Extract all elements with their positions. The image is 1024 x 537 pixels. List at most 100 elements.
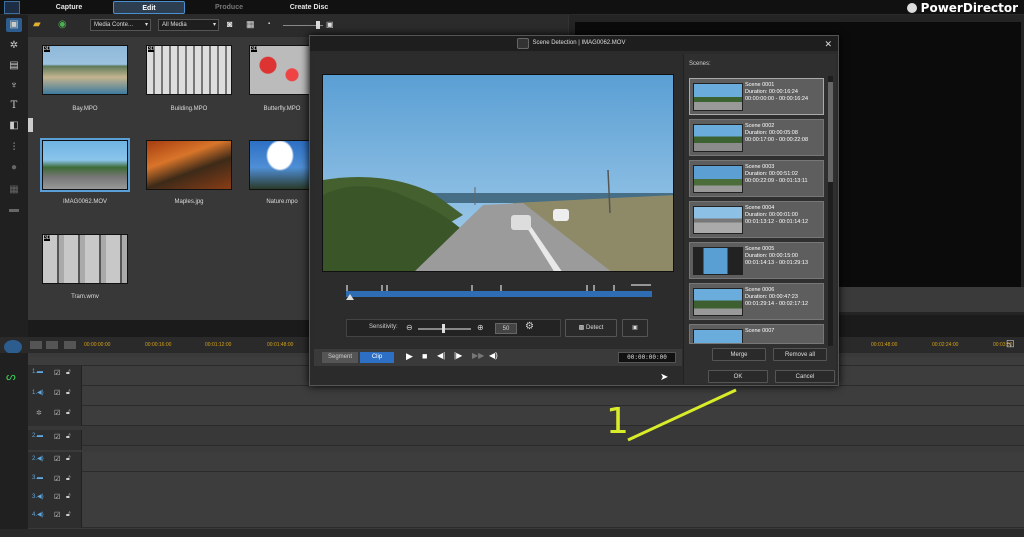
media-content-dropdown[interactable]: Media Conte... ▾	[90, 19, 151, 31]
scene-name: Scene 0005	[745, 246, 775, 252]
minus-icon[interactable]: ⊖	[406, 323, 413, 332]
scenes-scrollbar[interactable]	[828, 76, 833, 346]
title-room-icon[interactable]: T	[6, 99, 22, 113]
lock-icon[interactable]: 🔓︎	[66, 475, 71, 483]
audio-mixing-icon[interactable]: ⫶	[6, 141, 22, 155]
media-thumbnail[interactable]	[146, 140, 232, 190]
checkbox-icon[interactable]: ☑	[54, 409, 60, 417]
scene-thumbnail	[693, 247, 743, 275]
segment-toggle[interactable]: Segment	[322, 352, 358, 363]
tab-create-disc[interactable]: Create Disc	[278, 1, 340, 14]
fx-room-icon[interactable]: ✲	[6, 39, 22, 53]
media-thumbnail[interactable]: 3D	[146, 45, 232, 95]
ok-button[interactable]: OK	[708, 370, 768, 383]
media-filter-dropdown[interactable]: All Media ▾	[158, 19, 219, 31]
timeline-track[interactable]	[28, 490, 1024, 510]
cancel-button[interactable]: Cancel	[775, 370, 835, 383]
checkbox-icon[interactable]: ☑	[54, 455, 60, 463]
import-folder-icon[interactable]: ▰	[33, 19, 47, 31]
timeline-track[interactable]	[28, 452, 1024, 472]
media-thumbnail[interactable]: 3D	[42, 45, 128, 95]
sensitivity-slider-handle[interactable]	[442, 324, 445, 333]
plus-icon[interactable]: ⊕	[477, 323, 484, 332]
storyboard-view-icon[interactable]	[46, 341, 58, 349]
subtitle-room-icon[interactable]: ▬	[6, 203, 22, 217]
timeline-track[interactable]	[28, 472, 1024, 492]
stop-icon[interactable]: ■	[422, 351, 427, 361]
tab-edit[interactable]: Edit	[113, 1, 185, 14]
settings-gear-icon[interactable]: ⚙	[525, 321, 534, 332]
lock-icon[interactable]: 🔓︎	[66, 369, 71, 377]
dialog-app-icon	[517, 38, 529, 49]
marker-icon[interactable]	[64, 341, 76, 349]
scenes-panel: Scenes: Scene 0001 Duration: 00:00:16:24 0…	[683, 54, 836, 384]
timeline-track[interactable]	[28, 426, 1024, 446]
timeline-scrollbar[interactable]	[0, 529, 1024, 537]
transition-room-icon[interactable]: ◧	[6, 119, 22, 133]
media-thumbnail[interactable]: 3D	[42, 234, 128, 284]
timeline-mode-icon[interactable]	[4, 340, 22, 354]
zoom-in-icon[interactable]: ▣	[326, 20, 336, 29]
scene-marker-bar[interactable]	[346, 283, 652, 301]
lock-icon[interactable]: 🔓︎	[66, 433, 71, 441]
timeline-zoom-icon[interactable]: ◱	[1006, 338, 1020, 352]
voice-over-icon[interactable]: ●	[6, 161, 22, 175]
grid-view-icon[interactable]: ▦	[246, 19, 258, 31]
next-frame-icon[interactable]: |▶	[454, 351, 462, 360]
library-collapse-handle[interactable]	[28, 118, 33, 132]
slider-handle[interactable]	[316, 21, 320, 29]
scene-item[interactable]: Scene 0005 Duration: 00:00:15:00 00:01:14:…	[689, 242, 824, 279]
detect-label: Detect	[586, 325, 604, 331]
fast-forward-icon[interactable]: ▶▶	[472, 351, 484, 360]
checkbox-icon[interactable]: ☑	[54, 475, 60, 483]
checkbox-icon[interactable]: ☑	[54, 389, 60, 397]
scene-item[interactable]: Scene 0003 Duration: 00:00:51:02 00:00:22:…	[689, 160, 824, 197]
lock-icon[interactable]: 🔓︎	[66, 493, 71, 501]
lock-icon[interactable]: 🔓︎	[66, 409, 71, 417]
close-icon[interactable]: ✕	[824, 37, 832, 52]
media-thumbnail-selected[interactable]	[40, 138, 130, 192]
lock-icon[interactable]: 🔓︎	[66, 511, 71, 519]
download-media-icon[interactable]: ◉	[58, 19, 72, 31]
detect-button[interactable]: ▩ Detect	[565, 319, 617, 337]
play-icon[interactable]: ▶	[406, 351, 413, 362]
scene-duration: Duration: 00:00:47:23	[745, 294, 798, 300]
track-manager-icon[interactable]	[30, 341, 42, 349]
chapter-room-icon[interactable]: ▦	[6, 183, 22, 197]
scene-item[interactable]: Scene 0002 Duration: 00:00:05:08 00:00:17:…	[689, 119, 824, 156]
timeline-track[interactable]	[28, 386, 1024, 406]
media-thumbnail[interactable]	[249, 140, 311, 190]
zoom-out-icon[interactable]: ▪	[268, 21, 278, 29]
scene-item[interactable]: Scene 0006 Duration: 00:00:47:23 00:01:29:…	[689, 283, 824, 320]
scene-item[interactable]: Scene 0007	[689, 324, 824, 344]
track-header: 2.▬ ☑ 🔓︎	[28, 430, 82, 450]
remove-all-button[interactable]: Remove all	[773, 348, 827, 361]
scene-to-clip-button[interactable]: ▣	[622, 319, 648, 337]
checkbox-icon[interactable]: ☑	[54, 511, 60, 519]
particle-room-icon[interactable]: ♆	[6, 79, 22, 93]
sensitivity-group: Sensitivity: ⊖ ⊕ 50 ⚙	[346, 319, 561, 337]
pip-room-icon[interactable]: ▤	[6, 59, 22, 73]
media-thumbnail[interactable]: 3D	[249, 45, 311, 95]
scene-item[interactable]: Scene 0004 Duration: 00:00:01:00 00:01:13:…	[689, 201, 824, 238]
fix-enhance-icon[interactable]: ᔕ	[6, 370, 16, 383]
tab-capture[interactable]: Capture	[44, 1, 94, 14]
lock-icon[interactable]: 🔓︎	[66, 389, 71, 397]
media-room-icon[interactable]: ▣	[6, 18, 22, 32]
capture-icon[interactable]: ◙	[227, 19, 239, 31]
previous-frame-icon[interactable]: ◀|	[437, 351, 445, 360]
tab-produce[interactable]: Produce	[203, 1, 255, 14]
timeline-track[interactable]	[28, 406, 1024, 426]
volume-icon[interactable]: ◀)	[489, 351, 498, 360]
lock-icon[interactable]: 🔓︎	[66, 455, 71, 463]
scene-name: Scene 0002	[745, 123, 775, 129]
checkbox-icon[interactable]: ☑	[54, 433, 60, 441]
scene-item[interactable]: Scene 0001 Duration: 00:00:16:24 00:00:00:…	[689, 78, 824, 115]
merge-button[interactable]: Merge	[712, 348, 766, 361]
timeline-track[interactable]	[28, 508, 1024, 528]
sensitivity-value-input[interactable]: 50	[495, 323, 517, 334]
checkbox-icon[interactable]: ☑	[54, 369, 60, 377]
clip-toggle[interactable]: Clip	[360, 352, 394, 363]
scrollbar-thumb[interactable]	[828, 82, 833, 182]
checkbox-icon[interactable]: ☑	[54, 493, 60, 501]
